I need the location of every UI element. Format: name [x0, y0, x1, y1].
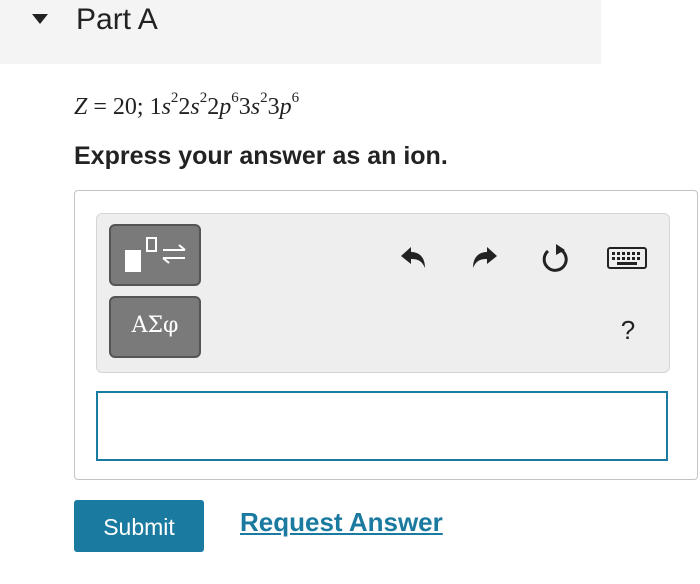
atomic-number: 20 [112, 94, 137, 120]
electron-configuration: 1s22s22p63s23p6 [149, 90, 300, 120]
templates-button[interactable] [109, 224, 201, 286]
config-term: 2p6 [207, 90, 239, 120]
templates-icon [125, 237, 186, 272]
request-answer-link[interactable]: Request Answer [240, 506, 443, 538]
greek-symbols-button[interactable]: ΑΣφ [109, 296, 201, 358]
separator: ; [136, 94, 150, 120]
answer-input[interactable] [96, 391, 668, 461]
config-term: 1s2 [149, 90, 179, 120]
answer-panel: ΑΣφ ? [74, 190, 698, 480]
redo-icon[interactable] [469, 242, 501, 274]
part-header: Part A [0, 0, 601, 64]
instruction-text: Express your answer as an ion. [74, 142, 448, 170]
caret-down-icon[interactable] [18, 12, 58, 26]
config-term: 3s2 [238, 90, 268, 120]
keyboard-icon[interactable] [607, 246, 647, 270]
equals-sign: = [87, 94, 113, 120]
config-term: 2s2 [178, 90, 208, 120]
question-text: Z = 20; 1s22s22p63s23p6 [74, 86, 299, 122]
config-term: 3p6 [267, 90, 300, 120]
reset-icon[interactable] [539, 242, 571, 274]
help-button[interactable]: ? [613, 314, 643, 346]
greek-symbols-label: ΑΣφ [131, 313, 179, 338]
part-title: Part A [76, 3, 158, 36]
z-symbol: Z [74, 94, 88, 120]
undo-icon[interactable] [397, 242, 429, 274]
submit-button[interactable]: Submit [74, 500, 204, 552]
math-toolbar: ΑΣφ ? [96, 213, 670, 373]
